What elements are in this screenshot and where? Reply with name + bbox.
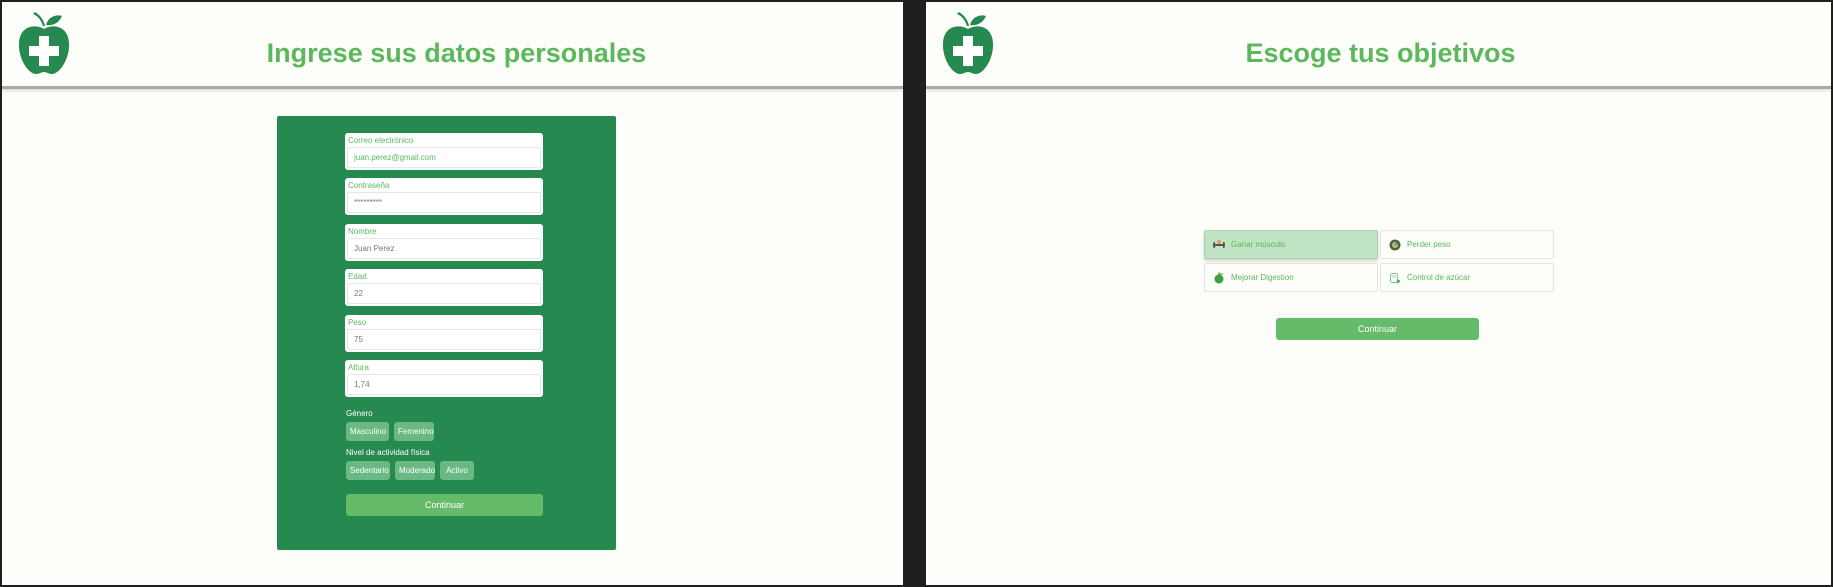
glucose-meter-icon [1390, 273, 1401, 284]
header: Escoge tus objetivos [926, 2, 1831, 89]
password-label: Contraseña [348, 181, 390, 190]
activity-sedentary-button[interactable]: Sedentario [346, 461, 390, 480]
activity-level-label: Nivel de actividad física [346, 448, 430, 457]
goal-label: Perder peso [1407, 240, 1451, 249]
age-input[interactable] [347, 283, 541, 304]
email-input[interactable] [347, 147, 541, 168]
weight-label: Peso [348, 318, 367, 327]
height-field: Altura [345, 360, 543, 397]
height-label: Altura [348, 363, 369, 372]
name-label: Nombre [348, 227, 377, 236]
continue-button[interactable]: Continuar [1276, 318, 1479, 340]
name-input[interactable] [347, 238, 541, 259]
goal-label: Mejorar Digestion [1231, 273, 1294, 282]
goal-gain-muscle[interactable]: Ganar músculo [1204, 230, 1378, 259]
muscle-icon [1213, 240, 1225, 248]
gender-male-button[interactable]: Masculino [346, 422, 389, 441]
header: Ingrese sus datos personales [2, 2, 903, 89]
password-input[interactable] [347, 192, 541, 213]
age-label: Edad [348, 272, 367, 281]
personal-data-form: Correo electrónico Contraseña Nombre Eda… [277, 116, 616, 550]
activity-active-button[interactable]: Activo [440, 461, 474, 480]
goal-label: Control de azúcar [1407, 273, 1471, 282]
email-label: Correo electrónico [348, 136, 414, 145]
height-input[interactable] [347, 374, 541, 395]
gender-female-button[interactable]: Femenino [394, 422, 434, 441]
personal-data-screen: Ingrese sus datos personales Correo elec… [2, 2, 903, 585]
email-field: Correo electrónico [345, 133, 543, 170]
goals-screen: Escoge tus objetivos Ganar músculo Perde… [926, 2, 1831, 585]
goal-label: Ganar músculo [1231, 240, 1286, 249]
weight-field: Peso [345, 315, 543, 352]
apple-icon [1214, 272, 1224, 284]
age-field: Edad [345, 269, 543, 306]
page-title: Escoge tus objetivos [1245, 38, 1516, 68]
goal-lose-weight[interactable]: Perder peso [1380, 230, 1554, 259]
page-title: Ingrese sus datos personales [266, 38, 647, 68]
goal-improve-digestion[interactable]: Mejorar Digestion [1204, 263, 1378, 292]
goal-sugar-control[interactable]: Control de azúcar [1380, 263, 1554, 292]
weight-input[interactable] [347, 329, 541, 350]
gender-label: Género [346, 409, 373, 418]
scale-icon [1389, 239, 1401, 251]
password-field: Contraseña [345, 178, 543, 215]
continue-button[interactable]: Continuar [346, 494, 543, 516]
activity-moderate-button[interactable]: Moderado [395, 461, 435, 480]
name-field: Nombre [345, 224, 543, 261]
